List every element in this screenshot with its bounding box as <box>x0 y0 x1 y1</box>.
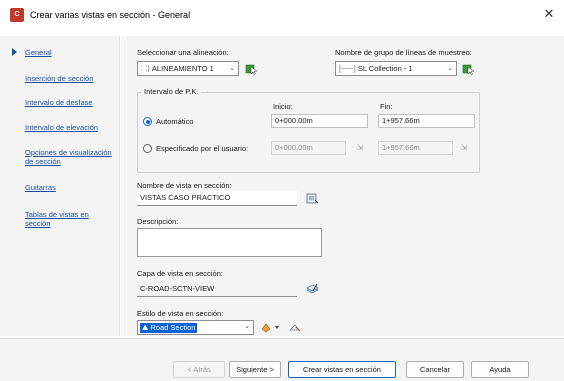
pick-style-icon <box>289 324 301 332</box>
user-specified-radio[interactable] <box>143 144 152 153</box>
station-range-group <box>137 92 480 173</box>
pick-from-drawing-icon <box>245 64 258 75</box>
pick-end-station-icon[interactable]: ⇲ <box>458 142 470 154</box>
style-label: Estilo de vista en sección: <box>137 309 224 318</box>
layer-label: Capa de vista en sección: <box>137 269 223 278</box>
layer-icon <box>306 283 319 294</box>
cancel-button[interactable]: Cancelar <box>406 361 464 378</box>
end-label: Fin: <box>380 102 393 111</box>
alignment-value: ALINEAMIENTO 1 <box>151 64 214 73</box>
sidebar-item-intervalo-desfase[interactable]: Intervalo de desfase <box>25 98 93 107</box>
pick-start-station-icon[interactable]: ⇲ <box>354 142 366 154</box>
window-title: Crear varias vistas en sección - General <box>30 10 191 20</box>
current-page-arrow-icon <box>12 48 17 56</box>
sample-group-combo[interactable]: [⸺] SL Collection - 1 ⌄ <box>335 61 457 76</box>
layer-field: C-ROAD-SCTN-VIEW <box>137 282 297 297</box>
sidebar-item-opciones-visualizacion[interactable]: Opciones de visualización de sección <box>25 148 117 166</box>
pick-from-drawing-icon <box>462 64 475 75</box>
description-label: Descripción: <box>137 217 179 226</box>
create-section-views-button[interactable]: Crear vistas en sección <box>288 361 396 378</box>
sidebar-item-tablas-vistas[interactable]: Tablas de vistas en sección <box>25 210 105 228</box>
general-page: Seleccionar una alineación: ⸬⟩ ALINEAMIE… <box>121 36 564 336</box>
style-pick-button[interactable] <box>287 320 302 335</box>
sidebar-item-intervalo-elevacion[interactable]: Intervalo de elevación <box>25 123 98 132</box>
layer-select-button[interactable] <box>305 281 320 296</box>
sidebar-item-insercion-seccion[interactable]: Inserción de sección <box>25 74 93 83</box>
sidebar-item-guitarras[interactable]: Guitarras <box>25 183 56 192</box>
edit-style-icon <box>261 323 279 333</box>
user-specified-label: Especificado por el usuario: <box>156 144 249 153</box>
description-input[interactable] <box>137 228 322 257</box>
alignment-label: Seleccionar una alineación: <box>137 48 229 57</box>
automatic-start-field: 0+000.00m <box>271 114 368 128</box>
chevron-down-icon: ⌄ <box>229 65 235 72</box>
pick-sample-group-button[interactable] <box>461 61 476 76</box>
civil3d-app-icon: C <box>10 8 24 22</box>
user-end-field[interactable]: 1+957.66m <box>378 141 453 155</box>
help-button[interactable]: Ayuda <box>471 361 529 378</box>
edit-name-template-button[interactable] <box>305 191 320 206</box>
automatic-label: Automático <box>156 117 194 126</box>
back-button[interactable]: < Atrás <box>173 361 225 378</box>
sidebar-item-general[interactable]: General <box>25 48 52 57</box>
style-selected-value: ⛰ Road Section <box>140 323 198 333</box>
alignment-icon: ⸬⟩ <box>141 64 152 73</box>
user-start-field[interactable]: 0+000.00m <box>271 141 346 155</box>
station-range-title: Intervalo de P.K. <box>141 87 202 96</box>
pick-alignment-button[interactable] <box>244 61 259 76</box>
wizard-sidebar: General Inserción de sección Intervalo d… <box>0 36 120 336</box>
automatic-radio[interactable] <box>143 117 152 126</box>
name-template-icon <box>306 193 319 204</box>
view-name-input[interactable]: VISTAS CASO PRACTICO <box>137 191 297 206</box>
next-button[interactable]: Siguiente > <box>229 361 281 378</box>
style-value-text: Road Section <box>150 323 196 332</box>
style-edit-menu-button[interactable] <box>259 320 281 335</box>
chevron-down-icon: ⌄ <box>244 323 250 330</box>
automatic-end-field: 1+957.66m <box>378 114 475 128</box>
view-name-label: Nombre de vista en sección: <box>137 181 232 190</box>
sample-group-label: Nombre de grupo de líneas de muestreo: <box>335 48 472 57</box>
sample-group-value: SL Collection - 1 <box>357 64 413 73</box>
view-style-combo[interactable]: ⛰ Road Section ⌄ <box>137 320 254 335</box>
alignment-combo[interactable]: ⸬⟩ ALINEAMIENTO 1 ⌄ <box>137 61 239 76</box>
wizard-footer: < Atrás Siguiente > Crear vistas en secc… <box>0 338 564 381</box>
chevron-down-icon: ⌄ <box>447 65 453 72</box>
start-label: Inicio: <box>273 102 293 111</box>
title-bar: C Crear varias vistas en sección - Gener… <box>0 0 564 36</box>
close-icon[interactable]: ✕ <box>542 7 556 21</box>
sample-line-icon: [⸺] <box>339 64 358 73</box>
